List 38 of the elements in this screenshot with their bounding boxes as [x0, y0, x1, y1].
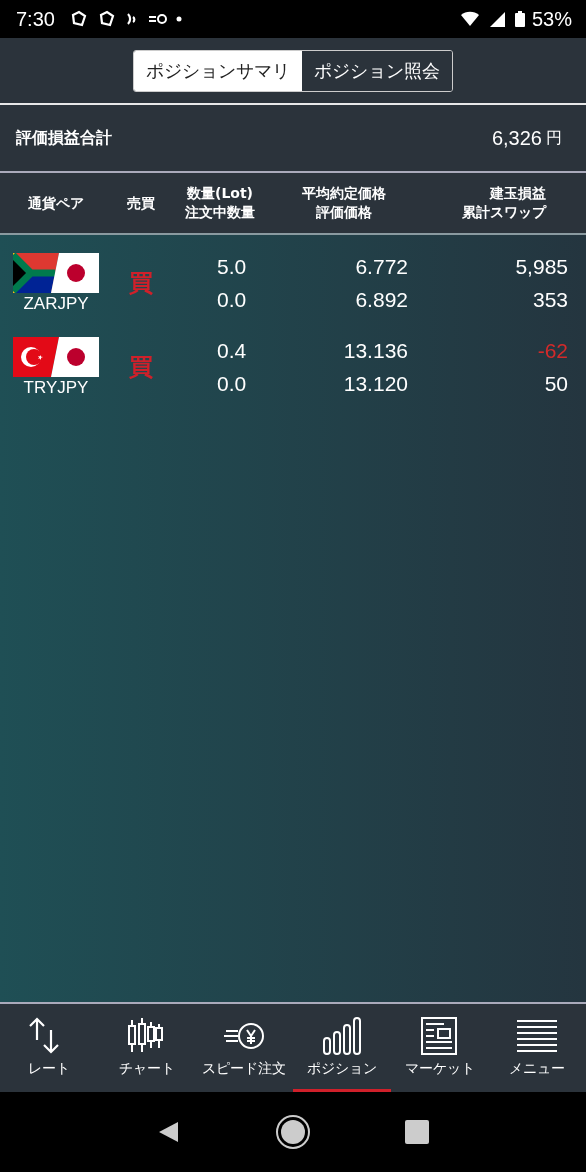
trade-side: 買: [129, 268, 153, 299]
flag-icon: [13, 252, 99, 293]
nav-tab[interactable]: スピード注文: [195, 1004, 293, 1092]
column-header: 売買: [126, 193, 156, 213]
currency-pair: ZARJPY: [23, 293, 89, 314]
tab[interactable]: ポジションサマリ: [134, 50, 302, 91]
swap: 50: [544, 371, 568, 397]
summary-label: 評価損益合計: [16, 127, 112, 149]
battery-icon: [513, 10, 526, 28]
column-header: 数量(Lot) 注文中数量: [184, 184, 256, 222]
average-price: 6.772: [355, 254, 408, 280]
nav-tab[interactable]: チャート: [97, 1004, 196, 1092]
summary-value: 6,326: [491, 126, 542, 150]
quantity: 5.0: [217, 254, 247, 280]
column-header: 建玉損益 累計スワップ: [461, 184, 548, 222]
trade-side: 買: [129, 352, 153, 383]
recents-icon[interactable]: [404, 1119, 430, 1145]
quantity: 0.4: [217, 338, 247, 364]
flag-icon: [13, 336, 99, 377]
nav-tab[interactable]: メニュー: [488, 1004, 586, 1092]
column-header: 通貨ペア: [27, 193, 85, 213]
valuation-price: 6.892: [355, 287, 408, 313]
profit-loss: 5,985: [515, 254, 568, 280]
pending-quantity: 0.0: [217, 371, 247, 397]
wifi-icon: [459, 10, 482, 28]
home-icon[interactable]: [274, 1113, 312, 1151]
average-price: 13.136: [343, 338, 408, 364]
currency-unit: 円: [546, 127, 562, 149]
pending-quantity: 0.0: [217, 287, 247, 313]
valuation-price: 13.120: [343, 371, 408, 397]
currency-pair: TRYJPY: [23, 377, 89, 398]
profit-loss: -62: [537, 338, 568, 364]
clock: 7:30: [16, 7, 55, 31]
battery-percentage: 53%: [531, 7, 572, 31]
column-header: 平均約定価格 評価価格: [301, 184, 387, 222]
nav-tab[interactable]: マーケット: [390, 1004, 489, 1092]
nav-tab[interactable]: レート: [0, 1004, 98, 1092]
swap: 353: [532, 287, 568, 313]
